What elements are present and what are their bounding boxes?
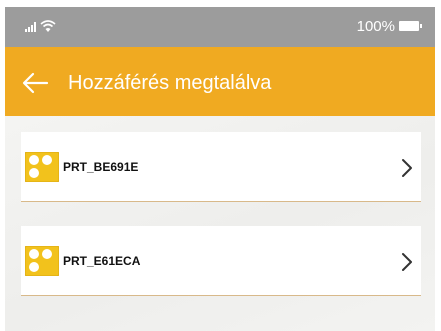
app-bar: Hozzáférés megtalálva (5, 47, 435, 116)
battery-icon (399, 21, 422, 31)
page-title: Hozzáférés megtalálva (68, 72, 272, 94)
app-screen: 100% Hozzáférés megtalálva PRT_BE691E PR… (5, 7, 435, 331)
chevron-right-icon (402, 253, 412, 271)
list-item[interactable]: PRT_E61ECA (21, 226, 421, 296)
chevron-right-icon (402, 159, 412, 177)
device-icon (25, 152, 59, 182)
arrow-left-icon[interactable] (21, 71, 49, 95)
list-item[interactable]: PRT_BE691E (21, 132, 421, 202)
device-icon (25, 246, 59, 276)
device-name: PRT_E61ECA (63, 254, 141, 268)
status-bar: 100% (5, 7, 435, 47)
wifi-icon (40, 20, 56, 32)
device-name: PRT_BE691E (63, 160, 139, 174)
device-list: PRT_BE691E PRT_E61ECA (5, 116, 435, 331)
signal-icon (25, 22, 36, 32)
battery-percent: 100% (356, 18, 395, 35)
